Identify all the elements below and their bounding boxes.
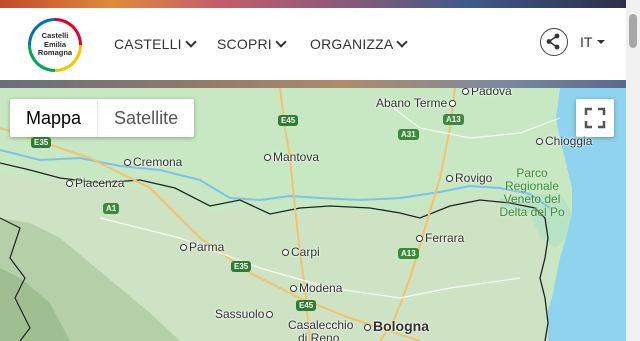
chevron-down-icon [185,36,197,48]
city-label: Abano Terme [376,96,458,110]
share-button[interactable] [540,28,568,56]
city-label: Modena [290,281,342,295]
site-header: Castelli Emilia Romagna CASTELLI SCOPRI … [0,8,626,80]
map-type-toggle: Mappa Satellite [10,99,195,137]
share-icon [546,33,560,50]
road-badge: A1 [103,203,120,214]
road-badge: E35 [231,261,252,272]
city-label: Padova [462,88,512,98]
fullscreen-button[interactable] [576,99,614,137]
nav-item-label: SCOPRI [217,36,272,52]
road-badge: E45 [278,115,299,126]
city-label: Sassuolo [215,307,275,321]
city-label: Parma [180,240,224,254]
language-selector[interactable]: IT [580,34,606,50]
city-label: Ferrara [416,231,464,245]
nav-item-scopri[interactable]: SCOPRI [217,36,287,52]
scrollbar-thumb[interactable] [629,14,637,48]
city-label: di Reno [298,331,340,341]
city-label: Casalecchio [288,318,354,332]
logo-text: Castelli Emilia Romagna [31,21,79,69]
logo-line-3: Romagna [37,48,73,58]
fullscreen-icon [584,107,606,129]
road-badge: A13 [443,114,464,125]
header-bottom-stripe [0,80,626,88]
city-label: Rovigo [446,171,492,185]
city-label: Piacenza [66,176,124,190]
chevron-down-icon [396,36,409,48]
chevron-down-icon [275,36,287,48]
nav-item-label: CASTELLI [114,36,182,52]
city-label: Carpi [282,245,320,259]
header-top-stripe [0,0,626,8]
road-badge: E35 [31,137,52,148]
site-logo[interactable]: Castelli Emilia Romagna [28,18,82,72]
page-scrollbar[interactable] [626,0,640,341]
map-view[interactable]: Mappa Satellite Padova Abano Terme Chiog… [0,88,626,341]
map-type-mappa-button[interactable]: Mappa [10,99,99,137]
language-label: IT [580,34,593,50]
park-label: Parco Regionale Veneto del Delta del Po [499,166,565,219]
city-label: Mantova [264,150,319,164]
nav-item-organizza[interactable]: ORGANIZZA [310,36,409,52]
road-badge: E45 [296,300,317,311]
city-label: Cremona [124,155,182,169]
road-badge: A31 [398,129,419,140]
map-type-satellite-button[interactable]: Satellite [98,99,194,137]
caret-down-icon [597,40,606,44]
nav-item-label: ORGANIZZA [310,36,394,52]
city-label: Chioggia [536,134,592,148]
city-label: Bologna [364,318,429,334]
nav-item-castelli[interactable]: CASTELLI [114,36,197,52]
road-badge: A13 [398,248,419,259]
